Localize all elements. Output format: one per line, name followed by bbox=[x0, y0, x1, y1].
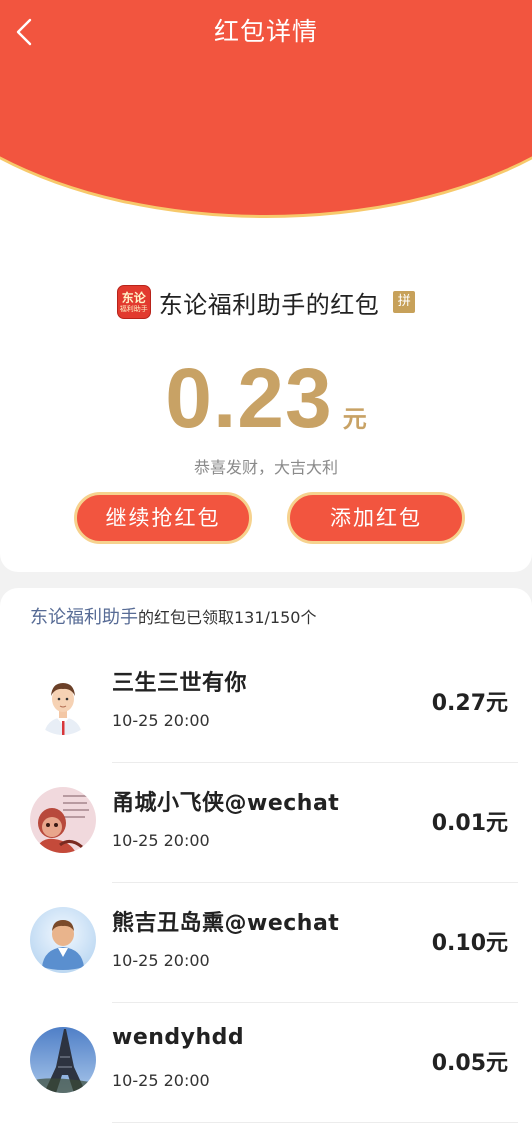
eiffel-tower-avatar bbox=[30, 1027, 96, 1093]
receiver-row[interactable]: 三生三世有你 10-25 20:00 0.27元 bbox=[0, 643, 532, 763]
receiver-name: 熊吉丑岛熏@wechat bbox=[112, 911, 340, 936]
receiver-row[interactable]: 甬城小飞侠@wechat 10-25 20:00 0.01元 bbox=[0, 763, 532, 883]
continue-grab-button[interactable]: 继续抢红包 bbox=[74, 492, 252, 544]
amount-unit: 元 bbox=[342, 405, 367, 433]
summary-status: 的红包已领取131/150个 bbox=[138, 608, 317, 627]
sender-logo-line2: 福利助手 bbox=[119, 304, 148, 313]
receiver-time: 10-25 20:00 bbox=[112, 1071, 210, 1090]
receiver-amount: 0.10元 bbox=[431, 931, 508, 956]
receiver-row[interactable]: wendyhdd 10-25 20:00 0.05元 bbox=[0, 1003, 532, 1123]
receiver-time: 10-25 20:00 bbox=[112, 711, 210, 730]
received-amount: 0.23 bbox=[165, 351, 333, 445]
cartoon-character-avatar bbox=[30, 787, 96, 853]
receiver-amount: 0.27元 bbox=[431, 691, 508, 716]
red-packet-detail-page: 红包详情 东论 福利助手 东论福利助手的红包 拼 0.23 元 恭喜发财，大吉大… bbox=[0, 0, 532, 1128]
summary-sender-link[interactable]: 东论福利助手 bbox=[30, 607, 138, 628]
receiver-name: 三生三世有你 bbox=[112, 671, 248, 696]
page-title: 红包详情 bbox=[213, 17, 318, 46]
amount-row: 0.23 元 bbox=[0, 352, 532, 444]
sender-logo: 东论 福利助手 bbox=[116, 285, 151, 319]
sender-logo-line1: 东论 bbox=[121, 290, 146, 305]
receiver-name: wendyhdd bbox=[112, 1025, 245, 1050]
default-user-avatar bbox=[30, 907, 96, 973]
row-divider bbox=[112, 1122, 518, 1123]
sender-row: 东论 福利助手 东论福利助手的红包 拼 bbox=[0, 282, 532, 322]
sender-title: 东论福利助手的红包 bbox=[158, 290, 380, 319]
pin-badge: 拼 bbox=[393, 291, 416, 313]
receiver-row[interactable]: 熊吉丑岛熏@wechat 10-25 20:00 0.10元 bbox=[0, 883, 532, 1003]
receiver-time: 10-25 20:00 bbox=[112, 831, 210, 850]
add-red-packet-button[interactable]: 添加红包 bbox=[287, 492, 465, 544]
receiver-amount: 0.05元 bbox=[431, 1051, 508, 1076]
cartoon-man-avatar bbox=[30, 669, 96, 735]
receiver-amount: 0.01元 bbox=[431, 811, 508, 836]
receiver-name: 甬城小飞侠@wechat bbox=[112, 791, 340, 816]
red-packet-card: 红包详情 东论 福利助手 东论福利助手的红包 拼 0.23 元 恭喜发财，大吉大… bbox=[0, 0, 532, 572]
receiver-time: 10-25 20:00 bbox=[112, 951, 210, 970]
greeting-text: 恭喜发财，大吉大利 bbox=[193, 458, 338, 477]
claim-summary: 东论福利助手的红包已领取131/150个 bbox=[30, 604, 316, 632]
